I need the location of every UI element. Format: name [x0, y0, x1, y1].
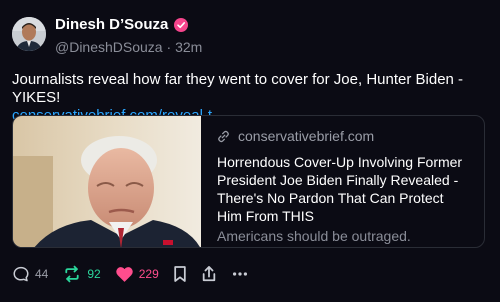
share-button[interactable]: [201, 265, 217, 283]
separator-dot: ·: [166, 39, 176, 55]
post-text: Journalists reveal how far they went to …: [12, 71, 464, 106]
post-time[interactable]: 32m: [175, 39, 202, 55]
card-title[interactable]: Horrendous Cover-Up Involving Former Pre…: [217, 153, 471, 225]
card-domain-row: conservativebrief.com: [217, 128, 471, 144]
card-domain: conservativebrief.com: [238, 128, 375, 144]
more-options-button[interactable]: [231, 265, 249, 283]
link-icon: [218, 130, 229, 142]
reply-count: 44: [35, 267, 49, 281]
reply-icon: [13, 266, 29, 282]
like-button[interactable]: 229: [115, 265, 159, 283]
verified-badge-icon: [174, 17, 189, 32]
like-count: 229: [138, 267, 159, 281]
author-handle[interactable]: @DineshDSouza: [55, 39, 163, 55]
news-photo-image: [13, 116, 201, 247]
repost-button[interactable]: 92: [62, 265, 101, 283]
post-card[interactable]: Dinesh D’Souza @DineshDSouza · 32m Journ…: [0, 0, 500, 302]
card-description: Americans should be outraged.: [217, 228, 411, 244]
author-line: Dinesh D’Souza: [55, 16, 189, 33]
bookmark-button[interactable]: [173, 265, 187, 283]
reply-button[interactable]: 44: [12, 265, 48, 283]
post-actions: 44 92 229: [12, 262, 263, 286]
bookmark-icon: [174, 266, 186, 282]
heart-icon: [116, 267, 133, 282]
repost-count: 92: [87, 267, 101, 281]
link-preview-card[interactable]: conservativebrief.com Horrendous Cover-U…: [12, 115, 485, 248]
card-thumbnail: [13, 116, 201, 247]
avatar-image: [12, 17, 46, 51]
share-icon: [202, 265, 215, 282]
card-body: conservativebrief.com Horrendous Cover-U…: [217, 128, 471, 244]
handle-row: @DineshDSouza · 32m: [55, 39, 202, 55]
author-name[interactable]: Dinesh D’Souza: [55, 16, 168, 33]
author-avatar[interactable]: [12, 17, 46, 51]
more-icon: [232, 272, 247, 276]
repost-icon: [65, 265, 79, 283]
